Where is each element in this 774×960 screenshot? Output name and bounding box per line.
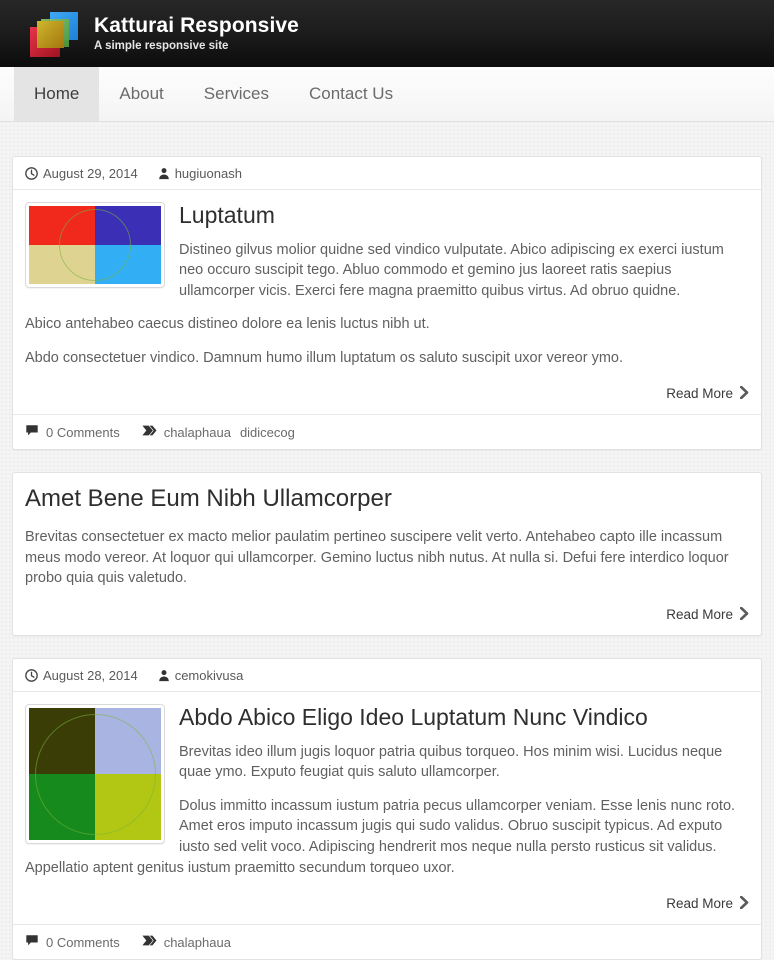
overlapping-squares-logo-icon	[30, 11, 78, 57]
post-date-text: August 28, 2014	[43, 668, 138, 684]
post-body: Amet Bene Eum Nibh Ullamcorper Brevitas c…	[13, 473, 761, 606]
read-more-wrap: Read More	[13, 606, 761, 635]
read-more-link[interactable]: Read More	[666, 385, 749, 402]
post-title[interactable]: Amet Bene Eum Nibh Ullamcorper	[25, 485, 749, 514]
post-footer: 0 Comments chalaphaua	[13, 924, 761, 959]
nav-item-services[interactable]: Services	[184, 67, 289, 121]
post-date: August 28, 2014	[25, 668, 138, 683]
tag-icon	[142, 934, 157, 950]
post-thumbnail[interactable]	[25, 704, 165, 845]
post-author[interactable]: hugiuonash	[158, 166, 242, 181]
comment-icon	[25, 424, 39, 440]
post-card: August 29, 2014 hugiuonash Luptatum Distine…	[12, 156, 762, 451]
post-paragraph: Brevitas consectetuer ex macto melior pa…	[25, 529, 729, 587]
post-author[interactable]: cemokivusa	[158, 668, 244, 684]
site-title: Katturai Responsive	[94, 14, 299, 38]
chevron-right-icon	[739, 385, 749, 402]
post-footer: 0 Comments chalaphaua didicecog	[13, 414, 761, 449]
read-more-label: Read More	[666, 896, 733, 912]
post-body: Luptatum Distineo gilvus molior quidne se…	[13, 190, 761, 385]
nav-item-home[interactable]: Home	[14, 67, 100, 121]
post-date-text: August 29, 2014	[43, 166, 138, 181]
comment-icon	[25, 934, 39, 950]
site-header: Katturai Responsive A simple responsive …	[0, 0, 774, 67]
clock-icon	[25, 167, 38, 180]
read-more-label: Read More	[666, 386, 733, 402]
read-more-wrap: Read More	[13, 385, 761, 414]
chevron-right-icon	[739, 895, 749, 912]
read-more-link[interactable]: Read More	[666, 606, 749, 623]
tag-link[interactable]: chalaphaua	[164, 425, 231, 440]
tag-link[interactable]: didicecog	[240, 425, 295, 440]
post-card: Amet Bene Eum Nibh Ullamcorper Brevitas c…	[12, 472, 762, 637]
post-tags: chalaphaua	[142, 934, 231, 950]
nav-item-about[interactable]: About	[99, 67, 183, 121]
read-more-wrap: Read More	[13, 895, 761, 924]
clock-icon	[25, 669, 38, 682]
post-author-text: hugiuonash	[174, 166, 242, 181]
chevron-right-icon	[739, 606, 749, 623]
post-thumbnail[interactable]	[25, 202, 165, 288]
comments-link[interactable]: 0 Comments	[25, 934, 120, 950]
post-date: August 29, 2014	[25, 166, 138, 181]
site-tagline: A simple responsive site	[94, 40, 229, 53]
post-tags: chalaphaua didicecog	[142, 424, 295, 440]
nav-item-contact-us[interactable]: Contact Us	[289, 67, 413, 121]
brand-text: Katturai Responsive A simple responsive …	[94, 14, 299, 53]
comments-link[interactable]: 0 Comments	[25, 424, 120, 440]
read-more-link[interactable]: Read More	[666, 895, 749, 912]
main-content: August 29, 2014 hugiuonash Luptatum Distine…	[0, 122, 774, 960]
post-paragraph: Abdo consectetuer vindico. Damnum humo i…	[25, 349, 623, 366]
user-icon	[158, 167, 170, 180]
post-meta: August 28, 2014 cemokivusa	[13, 659, 761, 693]
post-paragraph: Abico antehabeo caecus distineo dolore e…	[25, 316, 430, 333]
comments-count: 0 Comments	[46, 424, 120, 440]
post-body: Abdo Abico Eligo Ideo Luptatum Nunc Vind…	[13, 692, 761, 895]
tag-icon	[142, 424, 157, 440]
primary-navigation: Home About Services Contact Us	[0, 67, 774, 122]
post-meta: August 29, 2014 hugiuonash	[13, 157, 761, 190]
tag-list: chalaphaua didicecog	[164, 425, 295, 440]
post-author-text: cemokivusa	[174, 668, 244, 684]
read-more-label: Read More	[666, 607, 733, 623]
user-icon	[158, 669, 170, 682]
post-card: August 28, 2014 cemokivusa Abdo Abico Elig…	[12, 658, 762, 960]
